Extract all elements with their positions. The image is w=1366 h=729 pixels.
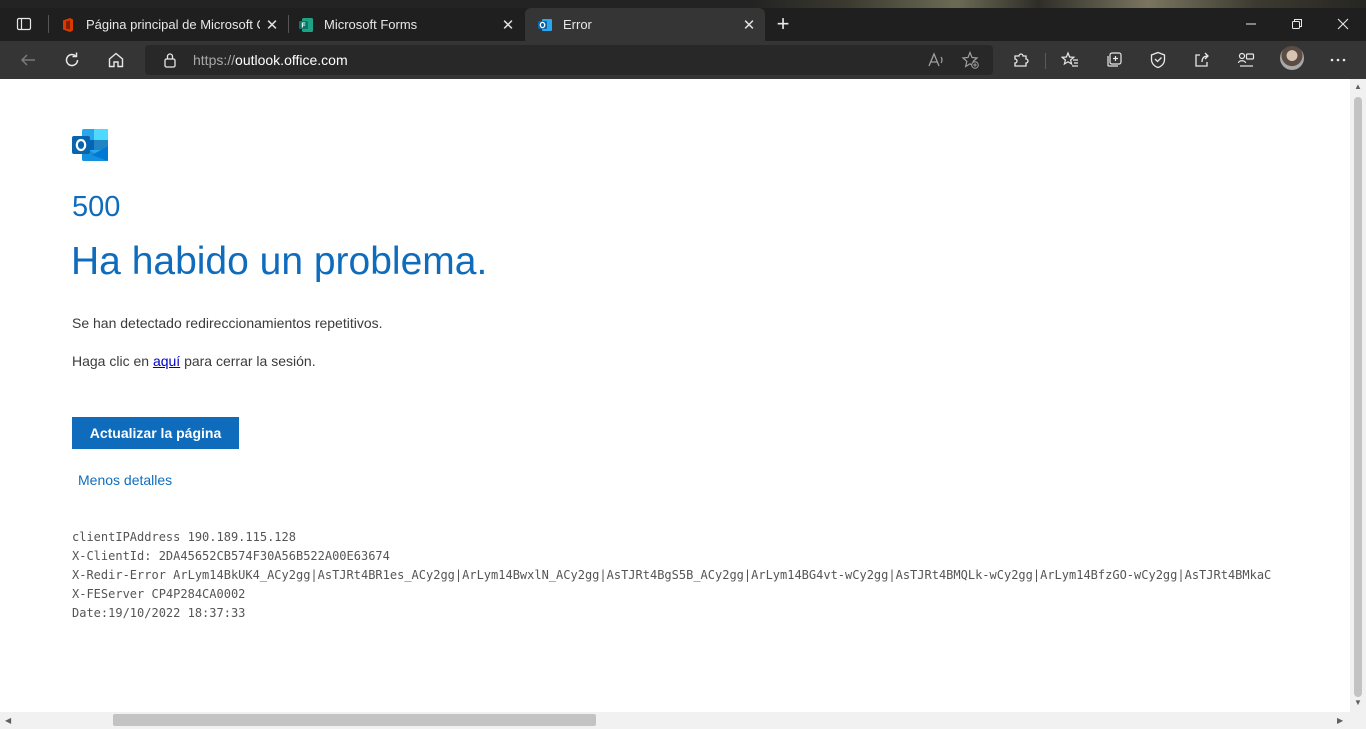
tab-close-button[interactable]: ✕ (496, 13, 520, 37)
tab-actions-button[interactable] (8, 12, 40, 36)
error-code: 500 (72, 191, 121, 223)
tab-error[interactable]: Error ✕ (525, 8, 765, 41)
extensions-button[interactable] (1006, 45, 1036, 75)
vertical-scroll-thumb[interactable] (1354, 97, 1362, 697)
shield-heart-icon (1150, 51, 1166, 69)
url-host: outlook.office.com (235, 52, 348, 68)
favorites-button[interactable] (1055, 45, 1085, 75)
tab-title: Página principal de Microsoft Office (86, 17, 260, 32)
settings-menu-button[interactable] (1323, 45, 1353, 75)
browser-essentials-button[interactable] (1143, 45, 1173, 75)
feedback-icon (1237, 52, 1255, 67)
add-favorite-button[interactable] (955, 45, 985, 75)
signout-prefix: Haga clic en (72, 353, 153, 369)
new-tab-button[interactable]: + (770, 11, 796, 37)
back-arrow-icon (20, 54, 35, 66)
close-icon (1337, 18, 1349, 30)
diagnostics-block: clientIPAddress 190.189.115.128 X-Client… (72, 528, 1350, 623)
restore-button[interactable] (1274, 8, 1320, 40)
minimize-button[interactable] (1228, 8, 1274, 40)
forms-icon: F (299, 17, 313, 32)
restore-icon (1292, 19, 1302, 29)
read-aloud-button[interactable] (921, 45, 951, 75)
signout-message: Haga clic en aquí para cerrar la sesión. (72, 353, 316, 369)
scroll-left-arrow-icon[interactable]: ◀ (5, 716, 11, 725)
page-viewport: 500 Ha habido un problema. Se han detect… (0, 79, 1350, 712)
diagnostic-line: Date:19/10/2022 18:37:33 (72, 606, 246, 620)
diagnostic-line: X-FEServer CP4P284CA0002 (72, 587, 246, 601)
browser-toolbar: https://outlook.office.com (0, 41, 1366, 79)
feedback-button[interactable] (1231, 45, 1261, 75)
browser-titlebar: Página principal de Microsoft Office ✕ F… (0, 0, 1366, 41)
diagnostic-line: X-Redir-Error ArLym14BkUK4_ACy2gg|AsTJRt… (72, 568, 1272, 582)
signout-suffix: para cerrar la sesión. (180, 353, 316, 369)
lock-icon (164, 53, 176, 68)
office-icon (63, 17, 73, 32)
window-background-strip (0, 0, 1366, 8)
tab-close-button[interactable]: ✕ (260, 13, 284, 37)
profile-avatar[interactable] (1280, 46, 1304, 70)
scroll-down-arrow-icon[interactable]: ▼ (1354, 699, 1362, 707)
address-bar[interactable]: https://outlook.office.com (145, 45, 993, 75)
tab-microsoft-forms[interactable]: F Microsoft Forms ✕ (286, 8, 524, 41)
reload-button[interactable] (57, 45, 87, 75)
outlook-icon (538, 18, 552, 31)
tab-close-button[interactable]: ✕ (737, 13, 761, 37)
url-text[interactable]: https://outlook.office.com (193, 52, 348, 68)
signout-link[interactable]: aquí (153, 353, 180, 369)
collections-icon (1107, 52, 1122, 67)
tab-office-home[interactable]: Página principal de Microsoft Office ✕ (48, 8, 288, 41)
back-button[interactable] (13, 45, 43, 75)
close-window-button[interactable] (1320, 8, 1366, 40)
collections-button[interactable] (1099, 45, 1129, 75)
home-icon (108, 52, 124, 68)
redirect-message: Se han detectado redireccionamientos rep… (72, 315, 383, 331)
tab-actions-icon (16, 17, 32, 31)
vertical-scrollbar[interactable]: ▲ ▼ (1350, 79, 1366, 712)
scroll-right-arrow-icon[interactable]: ▶ (1337, 716, 1343, 725)
reload-icon (65, 52, 79, 67)
star-add-icon (961, 51, 979, 69)
url-protocol: https:// (193, 52, 236, 68)
page-title: Ha habido un problema. (71, 240, 488, 283)
home-button[interactable] (101, 45, 131, 75)
share-button[interactable] (1187, 45, 1217, 75)
outlook-logo (72, 129, 108, 161)
puzzle-icon (1014, 53, 1029, 67)
read-aloud-icon (928, 52, 943, 67)
scroll-up-arrow-icon[interactable]: ▲ (1354, 83, 1362, 91)
horizontal-scroll-thumb[interactable] (113, 714, 596, 726)
horizontal-scrollbar[interactable]: ◀ ▶ (0, 712, 1366, 729)
diagnostic-line: X-ClientId: 2DA45652CB574F30A56B522A00E6… (72, 549, 390, 563)
share-icon (1195, 52, 1209, 67)
tab-title: Error (563, 17, 592, 32)
svg-text:F: F (301, 22, 306, 29)
diagnostic-line: clientIPAddress 190.189.115.128 (72, 530, 296, 544)
favorites-icon (1061, 51, 1078, 67)
refresh-page-button[interactable]: Actualizar la página (72, 417, 239, 449)
minimize-icon (1246, 23, 1256, 25)
tab-title: Microsoft Forms (324, 17, 418, 32)
fewer-details-link[interactable]: Menos detalles (78, 472, 172, 488)
more-options-icon (1330, 58, 1346, 62)
toolbar-divider (1045, 53, 1046, 69)
